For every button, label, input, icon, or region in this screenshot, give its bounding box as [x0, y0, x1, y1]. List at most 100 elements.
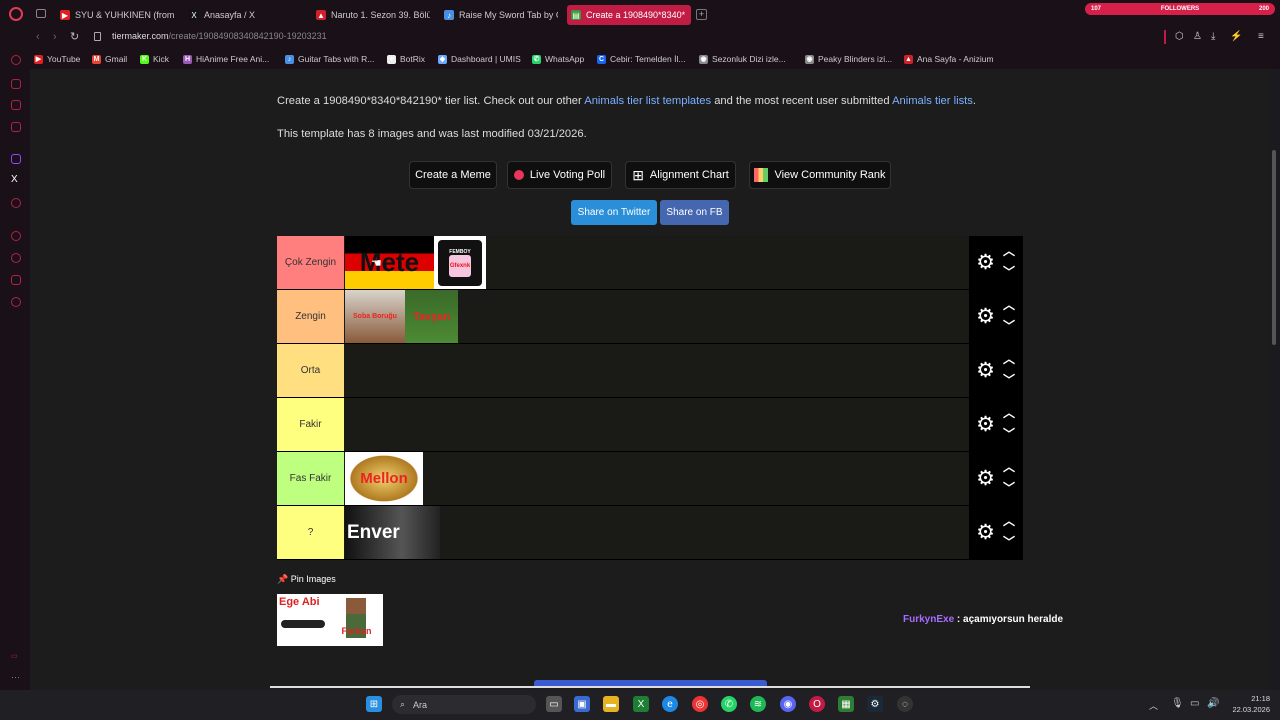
gear-icon[interactable]: ⚙: [973, 520, 998, 545]
animals-tier-lists-link[interactable]: Animals tier lists: [892, 95, 973, 107]
forward-icon[interactable]: ›: [53, 31, 57, 43]
spotify-icon[interactable]: [11, 198, 21, 208]
task-view-icon[interactable]: ▭: [546, 696, 562, 712]
xbox-icon[interactable]: X: [633, 696, 649, 712]
pin-images-toggle[interactable]: 📌 Pin Images: [277, 574, 336, 585]
bookmark-item[interactable]: ✆ WhatsApp: [532, 54, 584, 64]
chevron-down-icon[interactable]: ﹀: [1003, 317, 1015, 334]
taskbar-search[interactable]: ⌕ Ara: [392, 695, 536, 714]
live-voting-poll-button[interactable]: Live Voting Poll: [507, 161, 612, 189]
gear-icon[interactable]: ⚙: [973, 466, 998, 491]
windows-start-icon[interactable]: ⊞: [366, 696, 382, 712]
tier-label[interactable]: Fakir: [277, 398, 344, 451]
chevron-down-icon[interactable]: ﹀: [1003, 371, 1015, 388]
bookmark-item[interactable]: ◉ Peaky Blinders izi...: [805, 54, 892, 64]
gear-icon[interactable]: ⚙: [973, 304, 998, 329]
system-clock[interactable]: 21:18 22.03.2026: [1226, 693, 1270, 715]
bookmark-item[interactable]: ♪ Guitar Tabs with R...: [285, 54, 374, 64]
alignment-chart-button[interactable]: ⊞ Alignment Chart: [625, 161, 736, 189]
extensions-icon[interactable]: ⬡: [1175, 31, 1184, 42]
twitch-icon[interactable]: [11, 154, 21, 164]
tier-image-mellon[interactable]: Mellon: [345, 452, 423, 505]
tab-guitar-tab[interactable]: ♪ Raise My Sword Tab by G: [440, 5, 558, 25]
sidebar-toggle-icon[interactable]: ▭: [11, 652, 18, 660]
tray-chevron-up-icon[interactable]: ︿: [1149, 699, 1158, 712]
tier-label[interactable]: ?: [277, 506, 344, 559]
workspaces-icon[interactable]: [36, 9, 46, 18]
extensions-side-icon[interactable]: [11, 275, 21, 285]
network-icon[interactable]: ▭: [1190, 698, 1199, 709]
volume-icon[interactable]: 🔊: [1207, 698, 1219, 709]
opera-logo-icon[interactable]: [9, 7, 23, 21]
tier-label[interactable]: Çok Zengin: [277, 236, 344, 289]
chevron-down-icon[interactable]: ﹀: [1003, 479, 1015, 496]
chevron-down-icon[interactable]: ﹀: [1003, 533, 1015, 550]
tab-x[interactable]: X Anasayfa / X: [185, 5, 305, 25]
bookmark-item[interactable]: ▶ YouTube: [34, 54, 80, 64]
chevron-up-icon[interactable]: ︿: [1003, 404, 1015, 421]
tab-naruto[interactable]: ▲ Naruto 1. Sezon 39. Bölüm: [312, 5, 430, 25]
bookmark-item[interactable]: ✦ BotRix: [387, 54, 425, 64]
microphone-icon[interactable]: 🎙: [1171, 698, 1184, 709]
file-explorer-icon[interactable]: ▬: [603, 696, 619, 712]
share-twitter-button[interactable]: Share on Twitter: [571, 200, 657, 225]
tier-image-enver[interactable]: Enver: [345, 506, 440, 559]
chevron-up-icon[interactable]: ︿: [1003, 512, 1015, 529]
opera-gx-icon[interactable]: O: [809, 696, 825, 712]
back-icon[interactable]: ‹: [36, 31, 40, 43]
chevron-up-icon[interactable]: ︿: [1003, 242, 1015, 259]
new-tab-button[interactable]: +: [696, 9, 707, 20]
tab-youtube[interactable]: ▶ SYU & YUHKINEN (from G: [56, 5, 176, 25]
share-facebook-button[interactable]: Share on FB: [660, 200, 729, 225]
clock-icon[interactable]: [11, 231, 21, 241]
chevron-down-icon[interactable]: ﹀: [1003, 425, 1015, 442]
gear-icon[interactable]: ⚙: [973, 250, 998, 275]
download-icon[interactable]: ⤓: [1211, 31, 1215, 42]
chevron-up-icon[interactable]: ︿: [1003, 296, 1015, 313]
page-scrollbar[interactable]: [1272, 150, 1276, 345]
aria-ai-icon[interactable]: ⚡: [1230, 31, 1242, 42]
profile-icon[interactable]: ♙: [1193, 31, 1202, 42]
tab-tiermaker[interactable]: ▤ Create a 1908490*8340*: [567, 5, 691, 25]
tier-image-mete[interactable]: Mete: [345, 236, 434, 289]
game-launcher-icon[interactable]: ◌: [897, 696, 913, 712]
url-field[interactable]: tiermaker.com/create/19084908340842190-1…: [112, 31, 327, 41]
aria-icon[interactable]: [11, 79, 21, 89]
chevron-up-icon[interactable]: ︿: [1003, 458, 1015, 475]
x-sidebar-icon[interactable]: X: [11, 174, 18, 185]
chevron-up-icon[interactable]: ︿: [1003, 350, 1015, 367]
tier-label[interactable]: Fas Fakir: [277, 452, 344, 505]
animals-templates-link[interactable]: Animals tier list templates: [584, 95, 711, 107]
unranked-image-ege[interactable]: Ege Abi: [277, 594, 330, 646]
menu-icon[interactable]: ≡: [1258, 31, 1264, 42]
settings-icon[interactable]: [11, 297, 21, 307]
tier-image-tavsan[interactable]: Tavşan: [405, 290, 458, 343]
messenger-icon[interactable]: [11, 100, 21, 110]
edge-icon[interactable]: e: [662, 696, 678, 712]
bookmark-item[interactable]: K Kick: [140, 54, 169, 64]
unranked-image-furkan[interactable]: Furkan: [330, 594, 383, 646]
more-icon[interactable]: ···: [11, 672, 20, 682]
bookmark-item[interactable]: M Gmail: [92, 54, 127, 64]
chrome-icon[interactable]: ◎: [692, 696, 708, 712]
bookmark-item[interactable]: H HiAnime Free Ani...: [183, 54, 269, 64]
tier-label[interactable]: Zengin: [277, 290, 344, 343]
bookmark-item[interactable]: C Cebir: Temelden İl...: [597, 54, 685, 64]
instagram-icon[interactable]: [11, 122, 21, 132]
timer-icon[interactable]: [11, 253, 21, 263]
bookmark-item[interactable]: ◆ Dashboard | UMIS: [438, 54, 521, 64]
reload-icon[interactable]: ↻: [70, 30, 79, 43]
discord-icon[interactable]: ◉: [780, 696, 796, 712]
tier-image-soba[interactable]: Soba Boruğu: [345, 290, 405, 343]
history-icon[interactable]: [11, 55, 21, 65]
tier-image-femboy-shirt[interactable]: FEMBOY Gfexnk: [434, 236, 486, 289]
bookmark-item[interactable]: ▲ Ana Sayfa - Anizium: [904, 54, 994, 64]
tier-label[interactable]: Orta: [277, 344, 344, 397]
steam-icon[interactable]: ⚙: [867, 696, 883, 712]
store-icon[interactable]: ▣: [574, 696, 590, 712]
bookmark-item[interactable]: ◉ Sezonluk Dizi izle...: [699, 54, 786, 64]
minecraft-icon[interactable]: ▦: [838, 696, 854, 712]
whatsapp-icon[interactable]: ✆: [721, 696, 737, 712]
gear-icon[interactable]: ⚙: [973, 412, 998, 437]
spotify-icon[interactable]: ≋: [750, 696, 766, 712]
